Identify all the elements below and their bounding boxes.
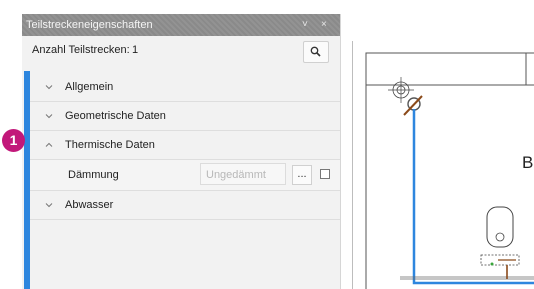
section-label: Thermische Daten	[65, 139, 155, 151]
toilet-symbol-icon	[480, 206, 520, 279]
room-wall-outline	[365, 52, 534, 289]
panel-title: Teilstreckeneigenschaften	[26, 19, 153, 31]
section-label: Abwasser	[65, 199, 114, 211]
collapse-panel-icon[interactable]: ˅	[302, 14, 308, 36]
chevron-up-icon	[45, 142, 53, 147]
panel-titlebar: Teilstreckeneigenschaften ˅ ×	[22, 14, 340, 36]
cad-drawing-viewport[interactable]: B	[352, 41, 534, 289]
section-count-value: 1	[132, 44, 139, 56]
property-row-daemmung: Dämmung Ungedämmt ...	[30, 160, 340, 191]
callout-badge: 1	[2, 129, 25, 152]
search-button[interactable]	[303, 41, 329, 63]
close-panel-icon[interactable]: ×	[321, 14, 327, 36]
chevron-down-icon	[45, 85, 53, 90]
section-count-row: Anzahl Teilstrecken: 1	[22, 36, 340, 63]
property-label: Dämmung	[68, 169, 119, 181]
search-icon	[310, 46, 321, 57]
section-abwasser[interactable]: Abwasser	[30, 191, 340, 220]
section-label: Geometrische Daten	[65, 110, 166, 122]
section-count-label: Anzahl Teilstrecken:	[32, 44, 130, 56]
section-thermische-daten[interactable]: Thermische Daten	[30, 131, 340, 160]
room-label: B	[522, 153, 533, 172]
section-geometrische-daten[interactable]: Geometrische Daten	[30, 102, 340, 131]
chevron-down-icon	[45, 114, 53, 119]
drain-pipe	[412, 109, 534, 285]
insulation-input[interactable]: Ungedämmt	[200, 163, 286, 185]
section-allgemein[interactable]: Allgemein	[30, 73, 340, 102]
properties-panel: Teilstreckeneigenschaften ˅ × Anzahl Tei…	[22, 14, 341, 289]
insulation-checkbox[interactable]	[320, 169, 330, 179]
section-label: Allgemein	[65, 81, 114, 93]
ellipsis-button[interactable]: ...	[292, 165, 312, 185]
chevron-down-icon	[45, 203, 53, 208]
